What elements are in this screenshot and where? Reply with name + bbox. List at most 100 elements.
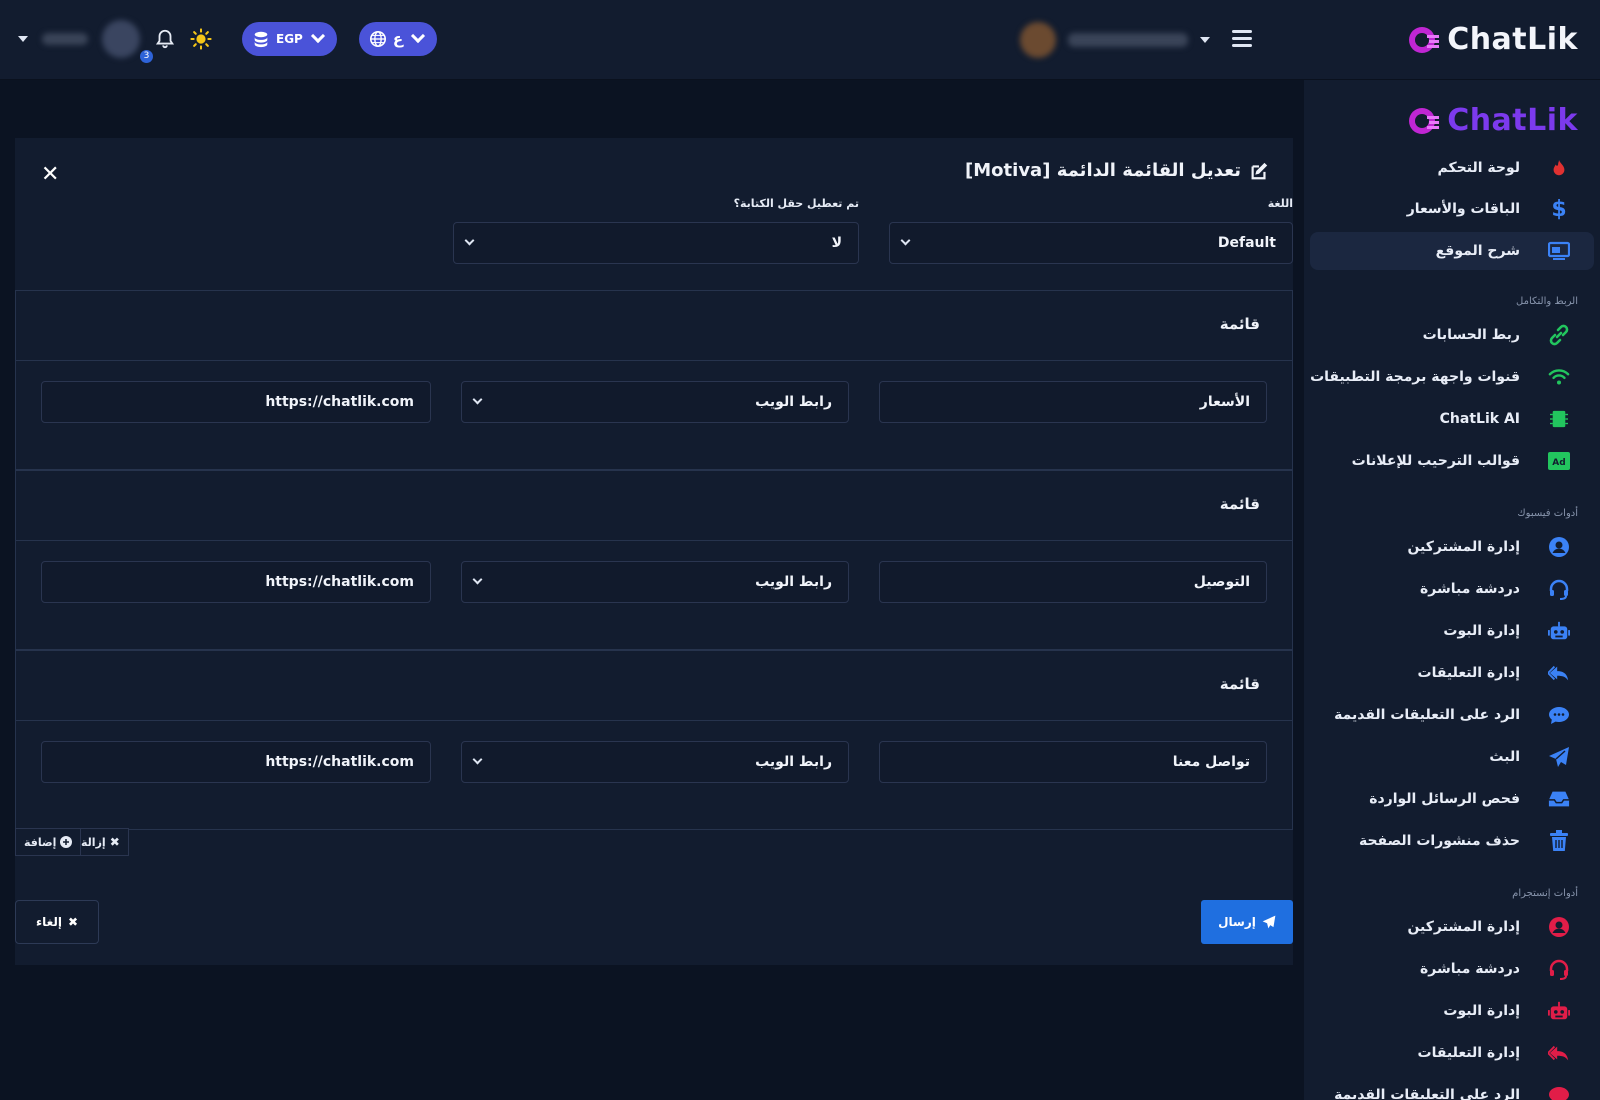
menu-item-body: تواصل معنا رابط الويب https://chatlik.co… xyxy=(16,721,1292,829)
comment-icon xyxy=(1548,704,1570,726)
times-icon: ✖ xyxy=(68,915,79,929)
sun-icon[interactable] xyxy=(190,28,212,50)
menu-type-select[interactable]: رابط الويب xyxy=(461,561,849,603)
brand-name: ChatLik xyxy=(1447,103,1578,138)
menu-item-block: قائمة الأسعار رابط الويب https://chatlik… xyxy=(15,290,1293,470)
sidebar-item-pricing[interactable]: $ الباقات والأسعار xyxy=(1310,190,1594,228)
menu-type-select[interactable]: رابط الويب xyxy=(461,741,849,783)
chevron-down-icon xyxy=(464,235,475,246)
menu-type-select[interactable]: رابط الويب xyxy=(461,381,849,423)
robot-icon xyxy=(1548,620,1570,642)
top-actions: 3 EGP ع xyxy=(18,20,438,63)
language-select[interactable]: Default xyxy=(889,222,1293,264)
close-icon[interactable]: ✕ xyxy=(41,162,59,187)
sidebar-item-api-channels[interactable]: قنوات واجهة برمجة التطبيقات xyxy=(1310,358,1594,396)
sidebar-item-label: فحص الرسائل الواردة xyxy=(1369,791,1520,807)
sidebar-item-fb-bot[interactable]: إدارة البوت xyxy=(1310,612,1594,650)
sidebar-section-instagram: أدوات إنستجرام xyxy=(1512,888,1578,899)
add-menu-button[interactable]: إضافة xyxy=(15,828,82,856)
chevron-down-icon xyxy=(310,28,325,44)
sidebar-item-fb-delete-posts[interactable]: حذف منشورات الصفحة xyxy=(1310,822,1594,860)
trash-icon xyxy=(1548,830,1570,852)
menu-title-input[interactable]: تواصل معنا xyxy=(879,741,1267,783)
user-icon xyxy=(1548,916,1570,938)
sidebar-item-label: إدارة التعليقات xyxy=(1417,1045,1520,1061)
menu-url-input[interactable]: https://chatlik.com xyxy=(41,561,431,603)
avatar xyxy=(1020,22,1056,58)
sidebar-section-integration: الربط والتكامل xyxy=(1516,296,1578,307)
sidebar-item-fb-live-chat[interactable]: دردشة مباشرة xyxy=(1310,570,1594,608)
sidebar-item-label: الباقات والأسعار xyxy=(1406,201,1520,217)
sidebar-item-label: قنوات واجهة برمجة التطبيقات xyxy=(1310,369,1520,385)
edit-menu-card: تعديل القائمة الدائمة [Motiva] ✕ اللغة D… xyxy=(15,138,1293,965)
sidebar-item-ig-subscribers[interactable]: إدارة المشتركين xyxy=(1310,908,1594,946)
sidebar-logo[interactable]: ChatLik xyxy=(1407,103,1578,138)
currency-label: EGP xyxy=(276,32,303,46)
sidebar-item-label: حذف منشورات الصفحة xyxy=(1358,833,1520,849)
account-name-blurred xyxy=(42,33,88,45)
menu-url-value: https://chatlik.com xyxy=(265,394,414,410)
menu-title-input[interactable]: التوصيل xyxy=(879,561,1267,603)
comment-icon xyxy=(1548,1084,1570,1100)
sidebar-item-label: دردشة مباشرة xyxy=(1420,581,1520,597)
globe-icon xyxy=(369,30,386,48)
sidebar-item-ig-live-chat[interactable]: دردشة مباشرة xyxy=(1310,950,1594,988)
times-icon: ✖ xyxy=(109,835,120,849)
notifications-button[interactable]: 3 xyxy=(140,28,176,63)
menu-title-value: التوصيل xyxy=(1193,574,1250,590)
cancel-button[interactable]: ✖ إلغاء xyxy=(15,900,99,944)
menu-title-input[interactable]: الأسعار xyxy=(879,381,1267,423)
brand-logo[interactable]: ChatLik xyxy=(1407,22,1578,57)
chevron-down-icon[interactable] xyxy=(18,36,28,42)
sidebar-item-fb-old-comments[interactable]: الرد على التعليقات القديمة xyxy=(1310,696,1594,734)
sidebar-item-fb-comments[interactable]: إدارة التعليقات xyxy=(1310,654,1594,692)
plus-circle-icon xyxy=(60,836,73,848)
sidebar-item-label: البث xyxy=(1489,749,1520,765)
sidebar-item-fb-subscribers[interactable]: إدارة المشتركين xyxy=(1310,528,1594,566)
sidebar-item-ig-old-comments[interactable]: الرد على التعليقات القديمة xyxy=(1310,1076,1594,1100)
menu-url-input[interactable]: https://chatlik.com xyxy=(41,741,431,783)
page-title: تعديل القائمة الدائمة [Motiva] xyxy=(965,160,1269,181)
chevron-down-icon xyxy=(1200,37,1210,43)
sidebar-item-fb-inbox-check[interactable]: فحص الرسائل الواردة xyxy=(1310,780,1594,818)
sidebar-item-label: ChatLik AI xyxy=(1439,411,1520,427)
menu-type-value: رابط الويب xyxy=(755,754,832,770)
sidebar-item-label: قوالب الترحيب للإعلانات xyxy=(1351,453,1520,469)
top-bar: ChatLik 3 EGP ع xyxy=(0,0,1600,80)
menu-toggle-icon[interactable] xyxy=(1232,30,1252,48)
sidebar-item-ig-bot[interactable]: إدارة البوت xyxy=(1310,992,1594,1030)
account-avatar[interactable] xyxy=(102,20,140,58)
sidebar-item-label: دردشة مباشرة xyxy=(1420,961,1520,977)
sidebar-item-chatlik-ai[interactable]: ChatLik AI xyxy=(1310,400,1594,438)
submit-button[interactable]: إرسال xyxy=(1201,900,1293,944)
sidebar-item-dashboard[interactable]: لوحة التحكم xyxy=(1310,149,1594,187)
sidebar: ChatLik لوحة التحكم $ الباقات والأسعار ش… xyxy=(1304,80,1600,1100)
coins-icon xyxy=(254,31,268,48)
menu-item-header: قائمة xyxy=(16,651,1292,721)
sidebar-item-site-guide[interactable]: شرح الموقع xyxy=(1310,232,1594,270)
sidebar-item-label: إدارة البوت xyxy=(1443,1003,1520,1019)
language-label: ع xyxy=(392,30,404,48)
language-selector[interactable]: ع xyxy=(358,22,438,56)
sidebar-item-ig-comments[interactable]: إدارة التعليقات xyxy=(1310,1034,1594,1072)
menu-title-value: الأسعار xyxy=(1199,394,1250,410)
menu-title-value: تواصل معنا xyxy=(1172,754,1250,770)
language-label: اللغة xyxy=(1267,197,1293,210)
menu-url-value: https://chatlik.com xyxy=(265,754,414,770)
sidebar-item-link-accounts[interactable]: ربط الحسابات xyxy=(1310,316,1594,354)
menu-url-input[interactable]: https://chatlik.com xyxy=(41,381,431,423)
user-icon xyxy=(1548,536,1570,558)
currency-selector[interactable]: EGP xyxy=(242,22,337,56)
composer-disabled-select[interactable]: لا xyxy=(453,222,859,264)
link-icon xyxy=(1548,324,1570,346)
sidebar-item-ad-templates[interactable]: Ad قوالب الترحيب للإعلانات xyxy=(1310,442,1594,480)
user-menu[interactable] xyxy=(1020,22,1210,58)
sidebar-item-fb-broadcast[interactable]: البث xyxy=(1310,738,1594,776)
language-select-value: Default xyxy=(1217,235,1276,251)
headset-icon xyxy=(1548,958,1570,980)
menu-item-heading: قائمة xyxy=(1219,675,1260,693)
page-title-text: تعديل القائمة الدائمة [Motiva] xyxy=(965,160,1241,181)
svg-text:Ad: Ad xyxy=(1552,458,1565,468)
reply-all-icon xyxy=(1548,662,1570,684)
sidebar-item-label: إدارة التعليقات xyxy=(1417,665,1520,681)
